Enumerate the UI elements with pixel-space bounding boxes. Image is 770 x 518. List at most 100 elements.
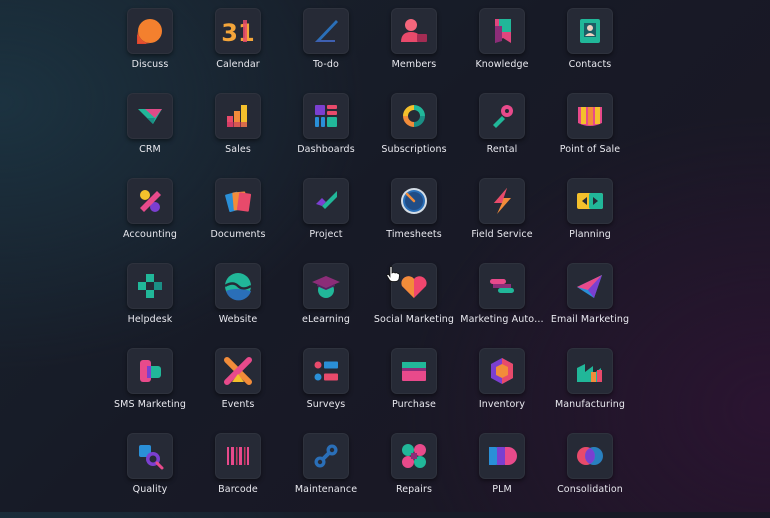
- app-planning[interactable]: Planning: [546, 178, 634, 263]
- app-label: To-do: [313, 59, 339, 70]
- app-social-marketing[interactable]: Social Marketing: [370, 263, 458, 348]
- project-icon: [303, 178, 349, 224]
- app-label: Repairs: [395, 484, 433, 495]
- app-events[interactable]: Events: [194, 348, 282, 433]
- app-label: Subscriptions: [381, 144, 447, 155]
- svg-text:31: 31: [221, 19, 254, 47]
- planning-icon: [567, 178, 613, 224]
- discuss-icon: [127, 8, 173, 54]
- app-plm[interactable]: PLM: [458, 433, 546, 518]
- consolidation-icon: [567, 433, 613, 479]
- purchase-icon: [391, 348, 437, 394]
- app-label: Dashboards: [297, 144, 355, 155]
- app-label: Accounting: [122, 229, 178, 240]
- app-label: eLearning: [302, 314, 350, 325]
- field-service-icon: [479, 178, 525, 224]
- app-label: Discuss: [131, 59, 169, 70]
- app-label: Sales: [225, 144, 251, 155]
- app-documents[interactable]: Documents: [194, 178, 282, 263]
- quality-icon: [127, 433, 173, 479]
- app-label: Documents: [210, 229, 266, 240]
- app-purchase[interactable]: Purchase: [370, 348, 458, 433]
- manufacturing-icon: [567, 348, 613, 394]
- app-field-service[interactable]: Field Service: [458, 178, 546, 263]
- app-manufacturing[interactable]: Manufacturing: [546, 348, 634, 433]
- app-label: Project: [309, 229, 343, 240]
- maintenance-icon: [303, 433, 349, 479]
- app-dashboards[interactable]: Dashboards: [282, 93, 370, 178]
- timesheets-icon: [391, 178, 437, 224]
- app-marketing-automation[interactable]: Marketing Auto…: [458, 263, 546, 348]
- app-sms-marketing[interactable]: SMS Marketing: [106, 348, 194, 433]
- app-label: Calendar: [216, 59, 260, 70]
- website-icon: [215, 263, 261, 309]
- app-surveys[interactable]: Surveys: [282, 348, 370, 433]
- plm-icon: [479, 433, 525, 479]
- app-members[interactable]: Members: [370, 8, 458, 93]
- app-inventory[interactable]: Inventory: [458, 348, 546, 433]
- app-accounting[interactable]: Accounting: [106, 178, 194, 263]
- app-crm[interactable]: CRM: [106, 93, 194, 178]
- app-calendar[interactable]: 31 Calendar: [194, 8, 282, 93]
- app-knowledge[interactable]: Knowledge: [458, 8, 546, 93]
- repairs-icon: [391, 433, 437, 479]
- members-icon: [391, 8, 437, 54]
- app-label: Rental: [486, 144, 518, 155]
- rental-icon: [479, 93, 525, 139]
- app-label: Planning: [569, 229, 611, 240]
- app-label: Manufacturing: [554, 399, 626, 410]
- app-label: Members: [391, 59, 437, 70]
- subscriptions-icon: [391, 93, 437, 139]
- app-email-marketing[interactable]: Email Marketing: [546, 263, 634, 348]
- point-of-sale-icon: [567, 93, 613, 139]
- app-label: PLM: [492, 484, 512, 495]
- accounting-icon: [127, 178, 173, 224]
- app-todo[interactable]: To-do: [282, 8, 370, 93]
- app-label: Purchase: [392, 399, 436, 410]
- calendar-icon: 31: [215, 8, 261, 54]
- app-label: Maintenance: [294, 484, 358, 495]
- app-timesheets[interactable]: Timesheets: [370, 178, 458, 263]
- app-project[interactable]: Project: [282, 178, 370, 263]
- app-label: CRM: [139, 144, 161, 155]
- app-label: Quality: [132, 484, 168, 495]
- email-marketing-icon: [567, 263, 613, 309]
- app-consolidation[interactable]: Consolidation: [546, 433, 634, 518]
- knowledge-icon: [479, 8, 525, 54]
- app-repairs[interactable]: Repairs: [370, 433, 458, 518]
- app-point-of-sale[interactable]: Point of Sale: [546, 93, 634, 178]
- contacts-icon: [567, 8, 613, 54]
- app-label: Email Marketing: [550, 314, 630, 325]
- app-elearning[interactable]: eLearning: [282, 263, 370, 348]
- app-quality[interactable]: Quality: [106, 433, 194, 518]
- app-label: Timesheets: [386, 229, 442, 240]
- app-label: Marketing Auto…: [460, 314, 544, 325]
- app-website[interactable]: Website: [194, 263, 282, 348]
- barcode-icon: [215, 433, 261, 479]
- app-maintenance[interactable]: Maintenance: [282, 433, 370, 518]
- app-contacts[interactable]: Contacts: [546, 8, 634, 93]
- app-discuss[interactable]: Discuss: [106, 8, 194, 93]
- elearning-icon: [303, 263, 349, 309]
- app-helpdesk[interactable]: Helpdesk: [106, 263, 194, 348]
- app-label: Barcode: [218, 484, 258, 495]
- marketing-automation-icon: [479, 263, 525, 309]
- app-label: Events: [221, 399, 255, 410]
- app-label: Inventory: [478, 399, 526, 410]
- sms-marketing-icon: [127, 348, 173, 394]
- app-barcode[interactable]: Barcode: [194, 433, 282, 518]
- app-label: Contacts: [568, 59, 612, 70]
- documents-icon: [215, 178, 261, 224]
- sales-icon: [215, 93, 261, 139]
- app-label: Social Marketing: [373, 314, 455, 325]
- hand-pointer-cursor: [386, 266, 400, 282]
- crm-icon: [127, 93, 173, 139]
- surveys-icon: [303, 348, 349, 394]
- events-icon: [215, 348, 261, 394]
- app-rental[interactable]: Rental: [458, 93, 546, 178]
- app-subscriptions[interactable]: Subscriptions: [370, 93, 458, 178]
- app-label: Field Service: [471, 229, 533, 240]
- app-sales[interactable]: Sales: [194, 93, 282, 178]
- app-label: Website: [218, 314, 258, 325]
- inventory-icon: [479, 348, 525, 394]
